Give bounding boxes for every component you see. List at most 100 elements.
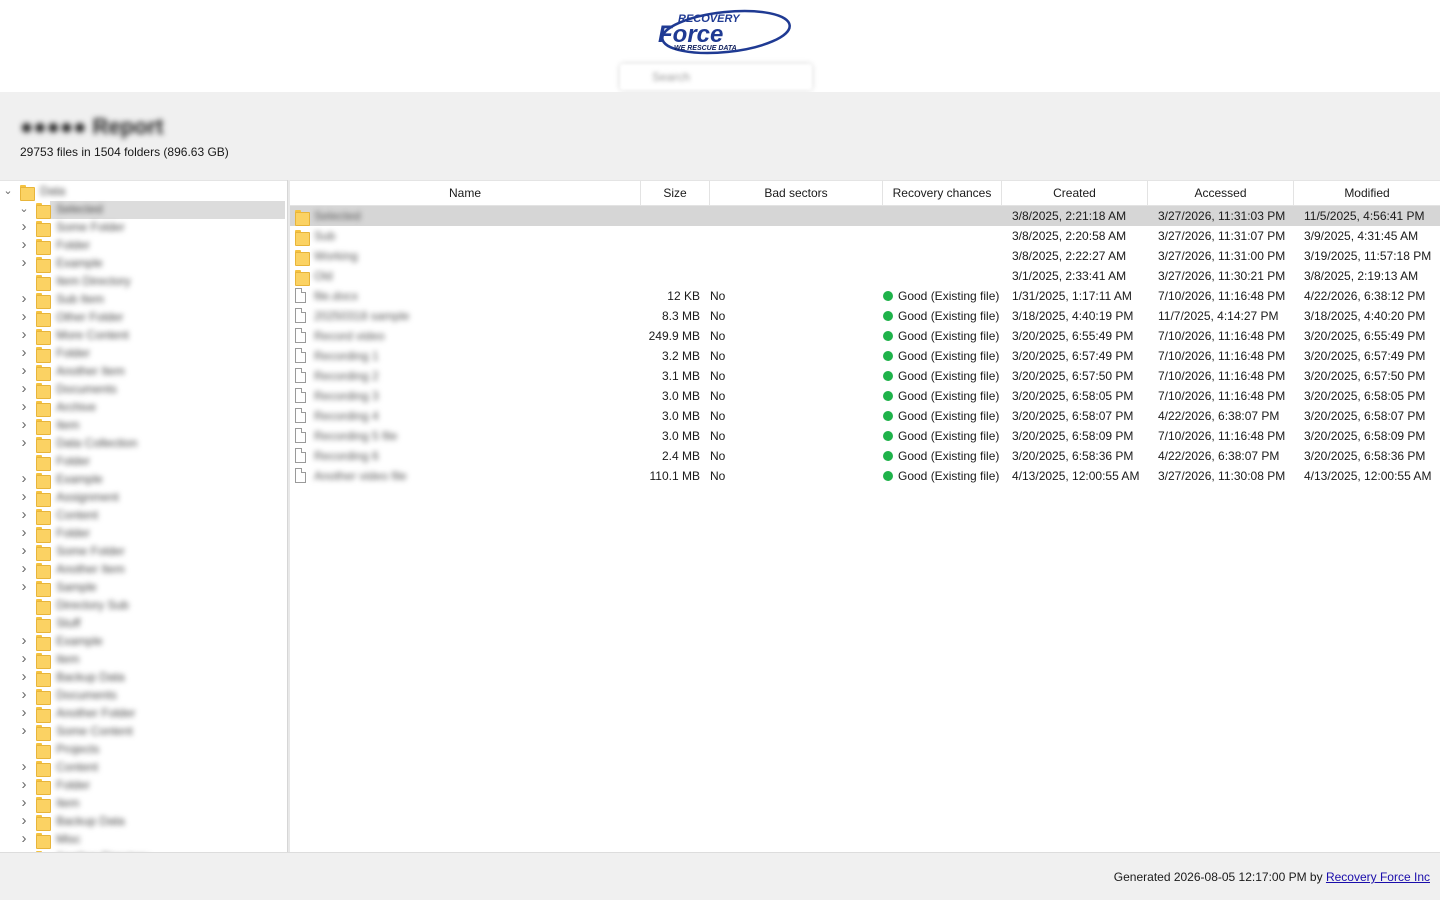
table-row[interactable]: Working 3/8/2025, 2:22:27 AM 3/27/2026, 11… (290, 246, 1440, 266)
tree-item[interactable]: › Folder (0, 345, 287, 363)
tree-item[interactable]: › Documents (0, 687, 287, 705)
tree-item[interactable]: › Folder (0, 525, 287, 543)
tree-item[interactable]: › Documents (0, 381, 287, 399)
tree-item[interactable]: › Some Folder (0, 543, 287, 561)
chevron-right-icon[interactable]: › (19, 525, 29, 540)
chevron-right-icon[interactable]: › (19, 327, 29, 342)
recovery-chance-label: Good (Existing file) (898, 429, 1000, 443)
chevron-right-icon[interactable]: › (19, 255, 29, 270)
tree-item[interactable]: › Item (0, 795, 287, 813)
tree-item[interactable]: › Other Folder (0, 309, 287, 327)
tree-item[interactable]: › Another Folder (0, 705, 287, 723)
tree-item[interactable]: › Backup Data (0, 813, 287, 831)
chevron-right-icon[interactable]: › (19, 291, 29, 306)
tree-item[interactable]: › Another Item (0, 561, 287, 579)
table-row[interactable]: Old 3/1/2025, 2:33:41 AM 3/27/2026, 11:30:… (290, 266, 1440, 286)
chevron-right-icon[interactable]: › (19, 561, 29, 576)
chevron-right-icon[interactable]: › (19, 381, 29, 396)
table-row[interactable]: Recording 1 3.2 MB No Good (Existing file) 3… (290, 346, 1440, 366)
table-row[interactable]: Recording 6 2.4 MB No Good (Existing file) 3… (290, 446, 1440, 466)
chevron-right-icon[interactable]: › (19, 759, 29, 774)
chevron-right-icon[interactable]: › (19, 669, 29, 684)
file-name: Selected (314, 209, 361, 223)
chevron-right-icon[interactable]: › (19, 489, 29, 504)
tree-item[interactable]: › Archive (0, 399, 287, 417)
tree-item[interactable]: Folder (0, 453, 287, 471)
chevron-right-icon[interactable]: › (19, 651, 29, 666)
chevron-right-icon[interactable]: › (19, 687, 29, 702)
tree-item[interactable]: › More Content (0, 327, 287, 345)
tree-item[interactable]: › Example (0, 633, 287, 651)
table-row[interactable]: Recording 2 3.1 MB No Good (Existing file) 3… (290, 366, 1440, 386)
tree-item[interactable]: › Assignment (0, 489, 287, 507)
tree-item[interactable]: Item Directory (0, 273, 287, 291)
chevron-right-icon[interactable]: › (19, 723, 29, 738)
chevron-right-icon[interactable]: › (19, 705, 29, 720)
table-row[interactable]: file.docx 12 KB No Good (Existing file) 1/31… (290, 286, 1440, 306)
tree-item[interactable]: › Misc (0, 831, 287, 849)
tree-item[interactable]: › Another Item (0, 363, 287, 381)
chevron-right-icon[interactable]: › (19, 777, 29, 792)
tree-item[interactable]: › Item (0, 417, 287, 435)
folder-tree[interactable]: ⌄ Data ⌄ Selected › Some Folder › Folder › Exam… (0, 180, 287, 852)
tree-item[interactable]: › Example (0, 471, 287, 489)
chevron-right-icon[interactable]: › (19, 507, 29, 522)
chevron-right-icon[interactable]: › (19, 399, 29, 414)
tree-item[interactable]: Directory Sub (0, 597, 287, 615)
column-header-name[interactable]: Name (290, 181, 641, 206)
tree-item-label: Content (56, 760, 99, 774)
chevron-right-icon[interactable]: › (19, 633, 29, 648)
tree-item[interactable]: › Data Collection (0, 435, 287, 453)
chevron-right-icon[interactable]: › (19, 543, 29, 558)
chevron-right-icon[interactable]: › (19, 579, 29, 594)
column-header-modified[interactable]: Modified (1294, 181, 1440, 206)
column-header-bad-sectors[interactable]: Bad sectors (710, 181, 883, 206)
company-link[interactable]: Recovery Force Inc (1326, 870, 1430, 884)
chevron-down-icon[interactable]: ⌄ (19, 202, 29, 216)
tree-item[interactable]: ⌄ Selected (0, 201, 287, 219)
chevron-right-icon[interactable]: › (19, 363, 29, 378)
table-row[interactable]: Recording 5 file 3.0 MB No Good (Existing f… (290, 426, 1440, 446)
tree-item[interactable]: › Folder (0, 777, 287, 795)
chevron-right-icon[interactable]: › (19, 795, 29, 810)
chevron-right-icon[interactable]: › (19, 237, 29, 252)
tree-item[interactable]: › Content (0, 507, 287, 525)
file-name: Recording 4 (314, 409, 379, 423)
chevron-right-icon[interactable]: › (19, 831, 29, 846)
chevron-right-icon[interactable]: › (19, 813, 29, 828)
table-row[interactable]: Recording 3 3.0 MB No Good (Existing file) 3… (290, 386, 1440, 406)
tree-item[interactable]: › Item (0, 651, 287, 669)
tree-item-label: Folder (56, 346, 91, 360)
table-row[interactable]: Sub 3/8/2025, 2:20:58 AM 3/27/2026, 11:31:… (290, 226, 1440, 246)
tree-item[interactable]: › Sample (0, 579, 287, 597)
tree-item[interactable]: › Sub Item (0, 291, 287, 309)
chevron-right-icon[interactable]: › (19, 219, 29, 234)
chevron-right-icon[interactable]: › (19, 309, 29, 324)
table-row[interactable]: Record video 249.9 MB No Good (Existing fil… (290, 326, 1440, 346)
column-header-accessed[interactable]: Accessed (1148, 181, 1294, 206)
tree-item[interactable]: › Content (0, 759, 287, 777)
chevron-right-icon[interactable]: › (19, 345, 29, 360)
tree-item[interactable]: › Some Folder (0, 219, 287, 237)
tree-item[interactable]: Projects (0, 741, 287, 759)
search-input[interactable] (620, 64, 812, 90)
table-row[interactable]: Recording 4 3.0 MB No Good (Existing file) 3… (290, 406, 1440, 426)
chevron-right-icon[interactable]: › (19, 471, 29, 486)
tree-item[interactable]: › Backup Data (0, 669, 287, 687)
column-header-created[interactable]: Created (1002, 181, 1148, 206)
modified-date: 3/18/2025, 4:40:20 PM (1304, 309, 1426, 323)
file-icon (295, 448, 306, 463)
tree-item[interactable]: › Example (0, 255, 287, 273)
table-row[interactable]: 20250318 sample 8.3 MB No Good (Existing fi… (290, 306, 1440, 326)
tree-item[interactable]: Stuff (0, 615, 287, 633)
table-row[interactable]: Selected 3/8/2025, 2:21:18 AM 3/27/2026, 1… (290, 206, 1440, 226)
tree-item[interactable]: › Folder (0, 237, 287, 255)
table-row[interactable]: Another video file 110.1 MB No Good (Existi… (290, 466, 1440, 486)
chevron-right-icon[interactable]: › (19, 417, 29, 432)
tree-root[interactable]: ⌄ Data (0, 183, 287, 201)
tree-item[interactable]: › Some Content (0, 723, 287, 741)
column-header-recovery-chances[interactable]: Recovery chances (883, 181, 1002, 206)
chevron-right-icon[interactable]: › (19, 435, 29, 450)
chevron-down-icon[interactable]: ⌄ (3, 184, 13, 198)
column-header-size[interactable]: Size (641, 181, 710, 206)
